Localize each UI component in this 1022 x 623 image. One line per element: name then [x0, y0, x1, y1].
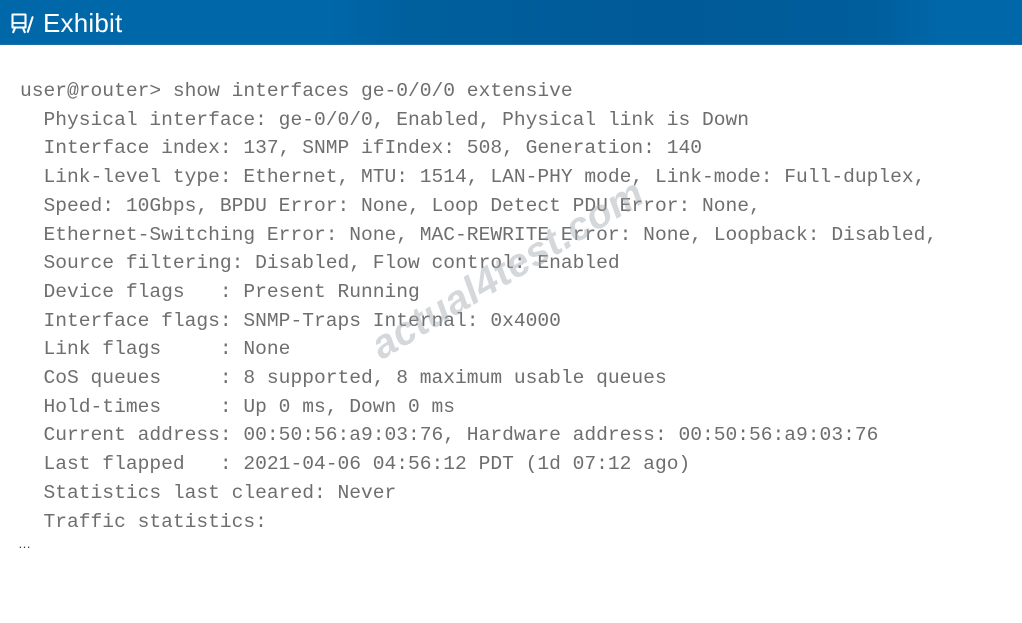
- truncation-ellipsis: …: [18, 536, 31, 551]
- exhibit-title: Exhibit: [43, 7, 123, 38]
- terminal-output-panel: user@router> show interfaces ge-0/0/0 ex…: [0, 45, 1022, 623]
- header-gradient-band: [330, 0, 940, 44]
- exhibit-easel-icon: [11, 12, 34, 33]
- header-content: Exhibit: [8, 0, 122, 45]
- cli-output-text: user@router> show interfaces ge-0/0/0 ex…: [20, 80, 938, 533]
- exhibit-header-banner: Exhibit: [0, 0, 1022, 45]
